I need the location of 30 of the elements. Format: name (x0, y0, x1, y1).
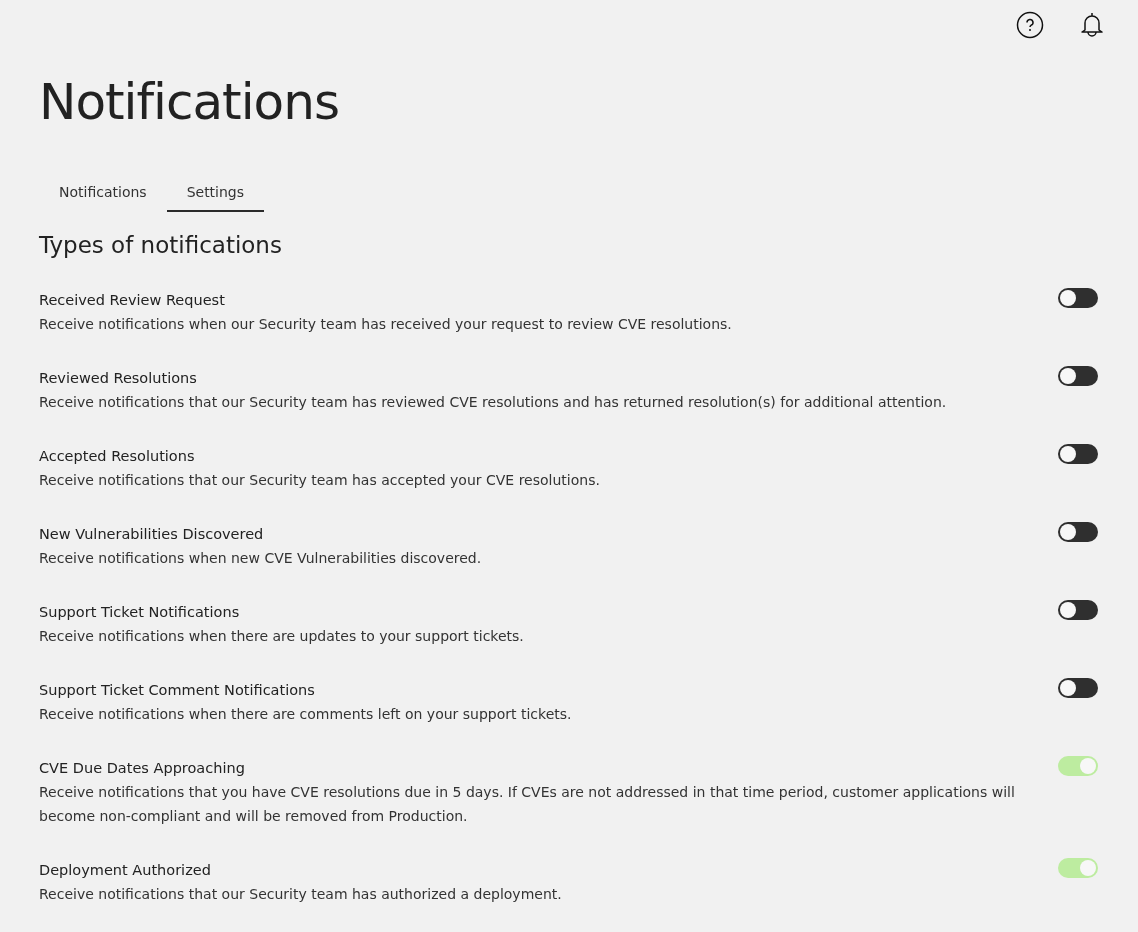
setting-description: Receive notifications when new CVE Vulnerabilities discovered. (39, 549, 482, 568)
setting-description: Receive notifications when there are comments left on your support tickets. (39, 705, 572, 724)
setting-title: Accepted Resolutions (39, 447, 196, 466)
setting-title: New Vulnerabilities Discovered (39, 525, 265, 544)
setting-title: Deployment Authorized (39, 861, 212, 880)
setting-title: CVE Due Dates Approaching (39, 759, 246, 778)
setting-description: Receive notifications that our Security team has accepted your CVE resolutions. (39, 471, 600, 490)
setting-title: Reviewed Resolutions (39, 369, 198, 388)
tab[interactable]: Settings (166, 178, 265, 212)
section-heading: Types of notifications (39, 232, 283, 258)
toggle-switch[interactable] (1058, 858, 1098, 878)
toggle-switch[interactable] (1058, 600, 1098, 620)
bell-icon[interactable] (1080, 12, 1104, 38)
setting-title: Support Ticket Comment Notifications (39, 681, 316, 700)
help-icon[interactable] (1016, 11, 1044, 39)
toggle-switch[interactable] (1058, 444, 1098, 464)
toggle-switch[interactable] (1058, 756, 1098, 776)
setting-description: Receive notifications when our Security team has received your request to review CVE resolutions. (39, 315, 732, 334)
setting-description: Receive notifications when there are updates to your support tickets. (39, 627, 524, 646)
tab[interactable]: Notifications (39, 178, 167, 212)
setting-description: Receive notifications that our Security team has reviewed CVE resolutions and has returned resolution(s) for additional attention. (39, 393, 947, 412)
toggle-switch[interactable] (1058, 366, 1098, 386)
setting-description: Receive notifications that our Security team has authorized a deployment. (39, 885, 562, 904)
page-title: Notifications (39, 72, 340, 132)
toggle-switch[interactable] (1058, 678, 1098, 698)
setting-description: Receive notifications that you have CVE resolutions due in 5 days. If CVEs are not addressed in that time period, customer applications will become non-compliant and will be removed from Production. (39, 783, 1016, 826)
setting-title: Support Ticket Notifications (39, 603, 241, 622)
toggle-switch[interactable] (1058, 288, 1098, 308)
setting-title: Received Review Request (39, 291, 226, 310)
toggle-switch[interactable] (1058, 522, 1098, 542)
